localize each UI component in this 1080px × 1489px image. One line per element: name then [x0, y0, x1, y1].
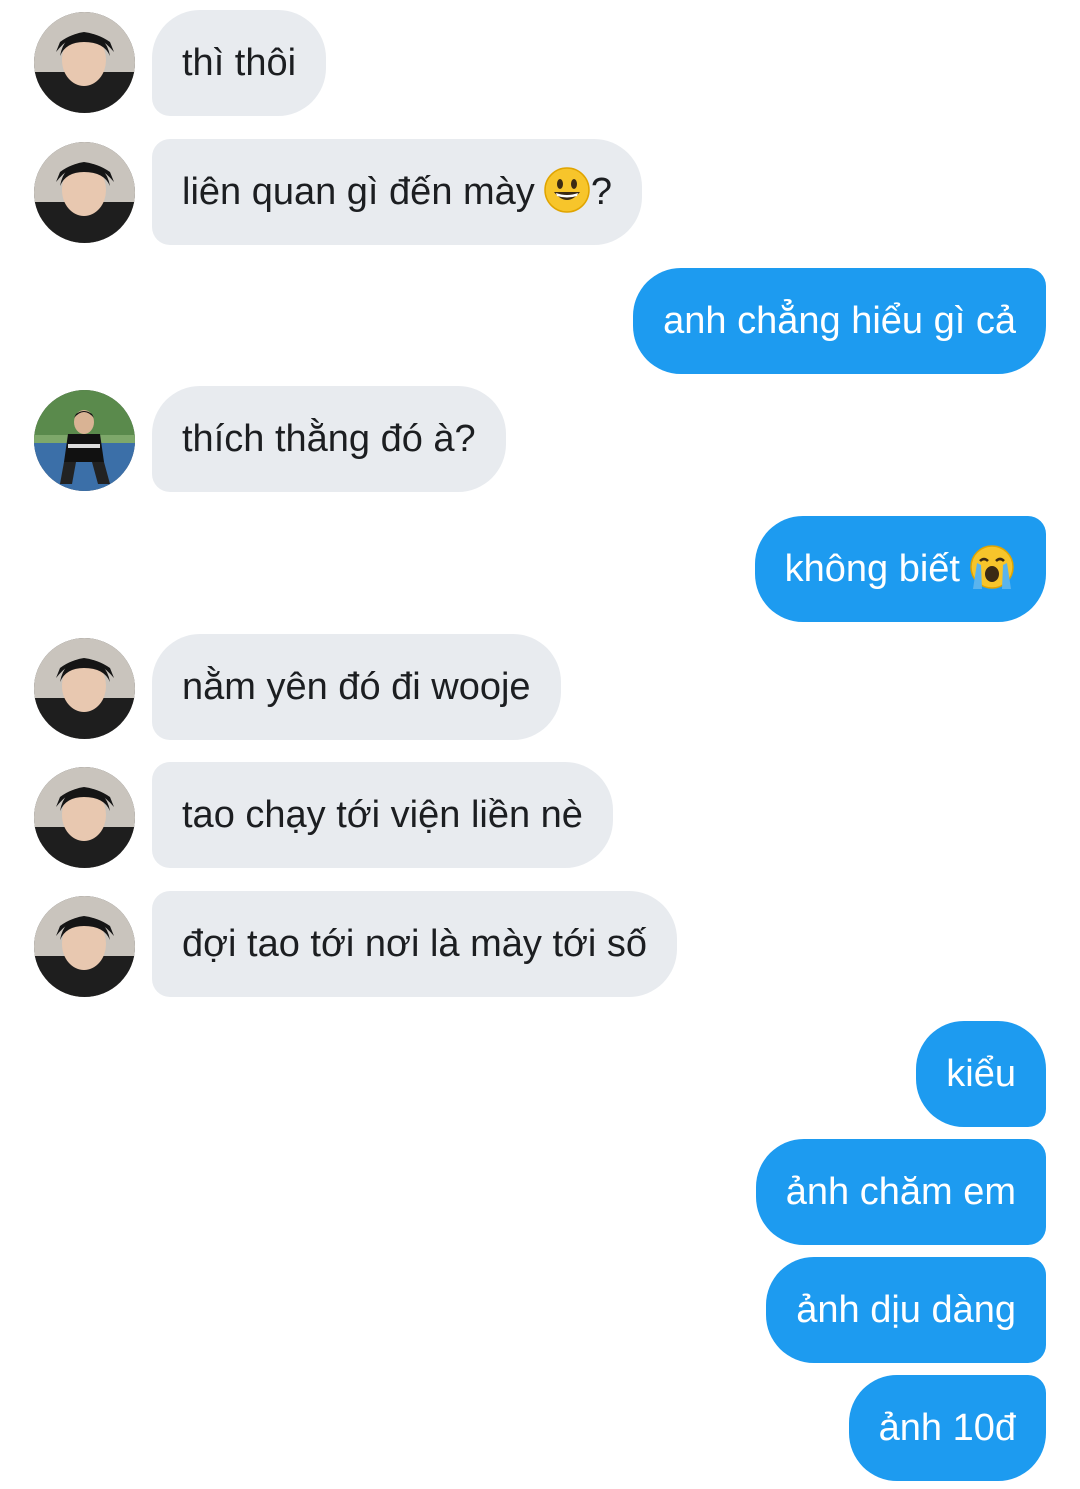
message-bubble[interactable]: liên quan gì đến mày? — [152, 139, 642, 245]
chat-thread: thì thôi liên quan gì đến mày? anh chẳng… — [0, 0, 1080, 1489]
message-bubble[interactable]: nằm yên đó đi wooje — [152, 634, 561, 740]
message-bubble[interactable]: thì thôi — [152, 10, 327, 116]
loudly-crying-face-icon — [970, 545, 1014, 589]
message-bubble[interactable]: ảnh 10đ — [848, 1375, 1046, 1481]
message-text: đợi tao tới nơi là mày tới số — [182, 923, 648, 965]
outdoor-avatar-icon[interactable] — [34, 390, 135, 491]
message-text: ảnh chăm em — [785, 1171, 1016, 1213]
message-bubble[interactable]: đợi tao tới nơi là mày tới số — [152, 891, 678, 997]
message-bubble[interactable]: ảnh dịu dàng — [766, 1257, 1046, 1363]
boy-avatar-icon[interactable] — [34, 767, 135, 868]
message-bubble[interactable]: anh chẳng hiểu gì cả — [633, 268, 1046, 374]
message-bubble[interactable]: kiểu — [916, 1021, 1046, 1127]
message-text: anh chẳng hiểu gì cả — [663, 300, 1016, 342]
message-text: thích thằng đó à? — [182, 418, 476, 460]
message-bubble[interactable]: thích thằng đó à? — [152, 386, 506, 492]
boy-avatar-icon[interactable] — [34, 896, 135, 997]
message-text: ảnh dịu dàng — [796, 1289, 1016, 1331]
message-bubble[interactable]: tao chạy tới viện liền nè — [152, 762, 613, 868]
message-text: kiểu — [946, 1053, 1016, 1095]
grinning-face-icon — [544, 167, 590, 213]
message-text: ảnh 10đ — [878, 1407, 1016, 1449]
boy-avatar-icon[interactable] — [34, 12, 135, 113]
message-bubble[interactable]: ảnh chăm em — [755, 1139, 1046, 1245]
boy-avatar-icon[interactable] — [34, 638, 135, 739]
message-suffix: ? — [590, 171, 612, 213]
boy-avatar-icon[interactable] — [34, 142, 135, 243]
message-text: thì thôi — [182, 42, 297, 84]
message-bubble[interactable]: không biết — [754, 516, 1046, 622]
message-text: nằm yên đó đi wooje — [182, 666, 531, 708]
message-text: không biết — [784, 548, 960, 590]
message-text: tao chạy tới viện liền nè — [182, 794, 583, 836]
message-text: liên quan gì đến mày — [182, 171, 535, 213]
